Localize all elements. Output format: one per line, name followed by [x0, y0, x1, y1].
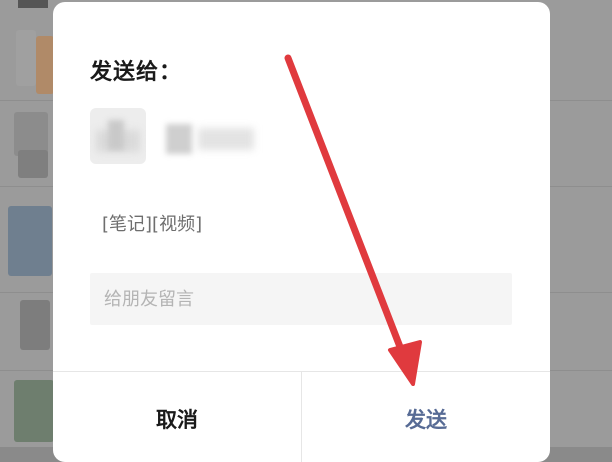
- send-button[interactable]: 发送: [302, 372, 550, 462]
- dialog-title: 发送给：: [90, 60, 183, 85]
- shared-content-preview: [笔记][视频]: [102, 214, 203, 235]
- background-status-icon: [18, 0, 48, 8]
- background-thumbnail: [36, 36, 54, 94]
- background-thumbnail: [14, 380, 54, 442]
- background-thumbnail: [18, 150, 48, 178]
- background-thumbnail: [16, 30, 36, 86]
- share-dialog: 发送给： [笔记][视频] 取消 发送: [53, 2, 550, 462]
- cancel-button[interactable]: 取消: [53, 372, 301, 462]
- background-thumbnail: [8, 206, 52, 276]
- message-to-friend-input[interactable]: [90, 273, 512, 325]
- background-thumbnail: [20, 300, 50, 350]
- recipient-name-blurred: [158, 122, 268, 156]
- recipient-item: [90, 108, 290, 168]
- recipient-avatar: [90, 108, 146, 164]
- dialog-footer: 取消 发送: [53, 371, 550, 462]
